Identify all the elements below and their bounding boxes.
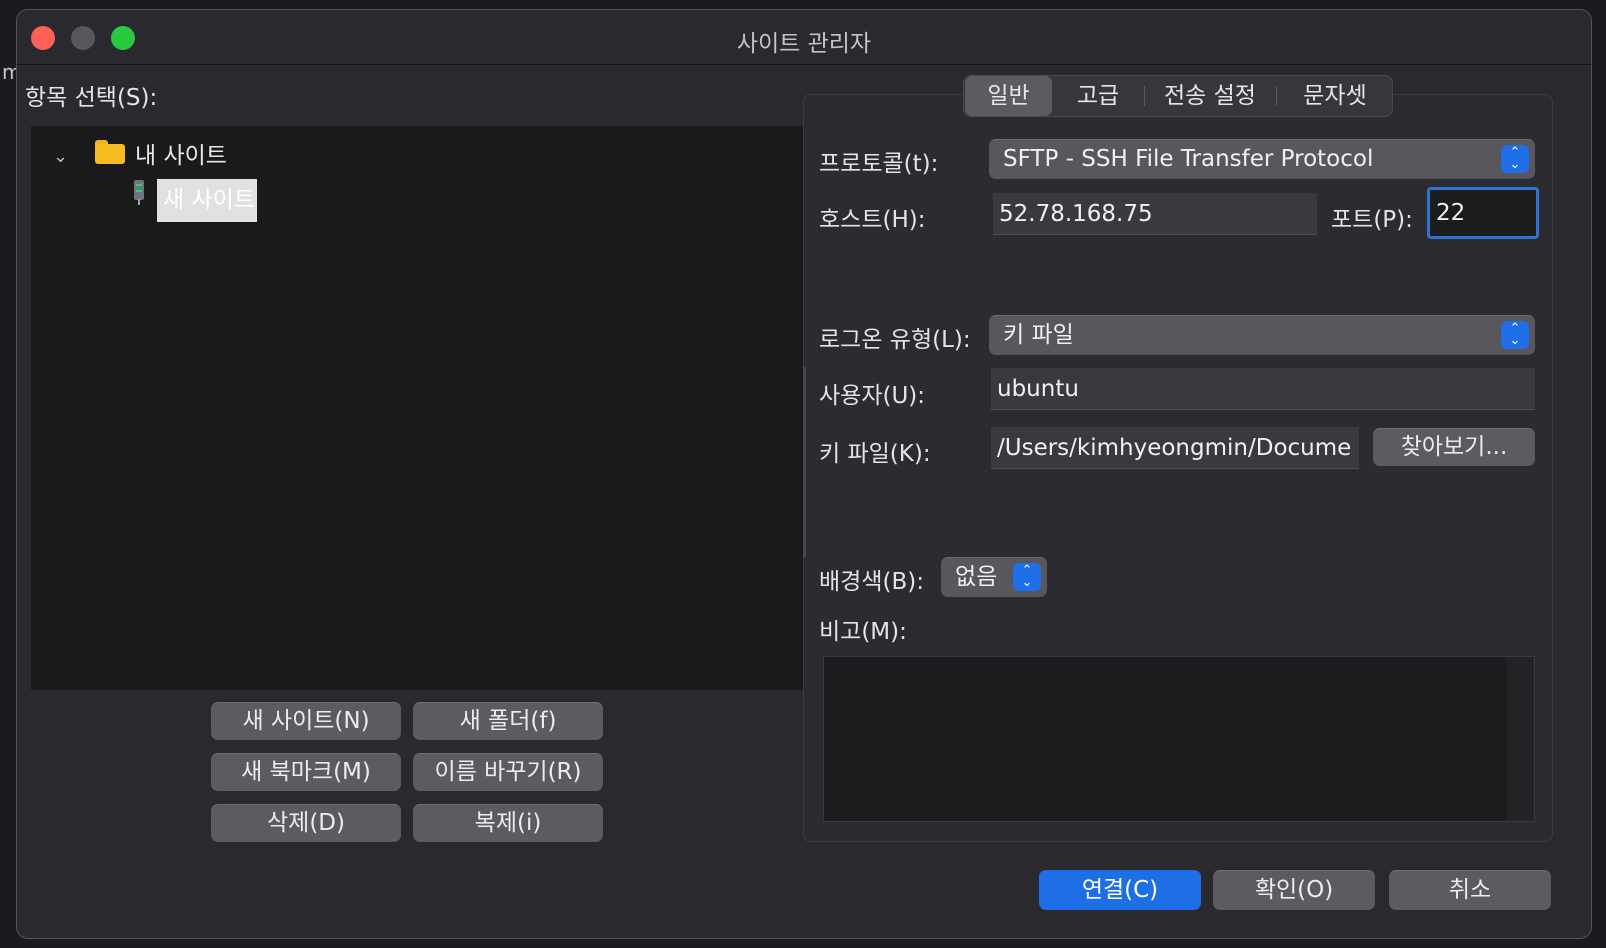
keyfile-input[interactable]: /Users/kimhyeongmin/Docume xyxy=(991,427,1359,469)
rename-button[interactable]: 이름 바꾸기(R) xyxy=(413,753,603,791)
protocol-select[interactable]: SFTP - SSH File Transfer Protocol ⌃ ⌄ xyxy=(989,139,1535,179)
tab-charset[interactable]: 문자셋 xyxy=(1280,76,1390,116)
tab-divider xyxy=(1144,86,1145,106)
tab-bar: 일반 고급 전송 설정 문자셋 xyxy=(963,75,1393,117)
background-color-value: 없음 xyxy=(955,564,998,590)
cancel-button[interactable]: 취소 xyxy=(1389,870,1551,910)
select-arrows-icon: ⌃ ⌄ xyxy=(1501,145,1529,173)
connect-button[interactable]: 연결(C) xyxy=(1039,870,1201,910)
logon-type-select[interactable]: 키 파일 ⌃ ⌄ xyxy=(989,315,1535,355)
new-bookmark-button[interactable]: 새 북마크(M) xyxy=(211,753,401,791)
chevron-down-icon[interactable]: ⌄ xyxy=(53,146,68,167)
logon-type-label: 로그온 유형(L): xyxy=(819,327,971,353)
host-label: 호스트(H): xyxy=(819,207,926,233)
tab-general[interactable]: 일반 xyxy=(965,76,1052,116)
comment-textarea[interactable] xyxy=(823,656,1535,822)
server-icon xyxy=(133,180,145,206)
user-label: 사용자(U): xyxy=(819,383,926,409)
browse-button[interactable]: 찾아보기... xyxy=(1373,428,1535,466)
duplicate-button[interactable]: 복제(i) xyxy=(413,804,603,842)
select-entry-label: 항목 선택(S): xyxy=(25,85,158,111)
port-input[interactable]: 22 xyxy=(1427,187,1539,239)
host-input[interactable]: 52.78.168.75 xyxy=(993,193,1317,235)
site-manager-window: 사이트 관리자 항목 선택(S): ⌄ 내 사이트 새 사이트 새 사이트(N)… xyxy=(16,9,1592,939)
folder-icon xyxy=(95,140,125,164)
title-bar: 사이트 관리자 xyxy=(17,10,1591,65)
keyfile-label: 키 파일(K): xyxy=(819,441,931,467)
ok-button[interactable]: 확인(O) xyxy=(1213,870,1375,910)
logon-type-value: 키 파일 xyxy=(1003,322,1074,348)
background-color-select[interactable]: 없음 ⌃ ⌄ xyxy=(941,557,1047,597)
comment-label: 비고(M): xyxy=(819,619,907,645)
user-input[interactable]: ubuntu xyxy=(991,368,1535,410)
new-site-button[interactable]: 새 사이트(N) xyxy=(211,702,401,740)
protocol-label: 프로토콜(t): xyxy=(819,151,939,177)
select-arrows-icon: ⌃ ⌄ xyxy=(1013,563,1041,591)
tab-divider xyxy=(1276,86,1277,106)
panel-divider xyxy=(803,367,806,557)
tab-transfer-settings[interactable]: 전송 설정 xyxy=(1148,76,1272,116)
window-title: 사이트 관리자 xyxy=(736,31,872,57)
tree-item-new-site[interactable]: 새 사이트 xyxy=(157,179,257,222)
comment-scrollbar[interactable] xyxy=(1506,657,1534,821)
tree-item-my-sites[interactable]: 내 사이트 xyxy=(135,136,227,170)
delete-button[interactable]: 삭제(D) xyxy=(211,804,401,842)
port-label: 포트(P): xyxy=(1331,207,1413,233)
tab-advanced[interactable]: 고급 xyxy=(1056,76,1140,116)
background-color-label: 배경색(B): xyxy=(819,569,924,595)
select-arrows-icon: ⌃ ⌄ xyxy=(1501,321,1529,349)
protocol-value: SFTP - SSH File Transfer Protocol xyxy=(1003,146,1374,172)
site-tree[interactable]: ⌄ 내 사이트 새 사이트 xyxy=(31,126,803,690)
new-folder-button[interactable]: 새 폴더(f) xyxy=(413,702,603,740)
